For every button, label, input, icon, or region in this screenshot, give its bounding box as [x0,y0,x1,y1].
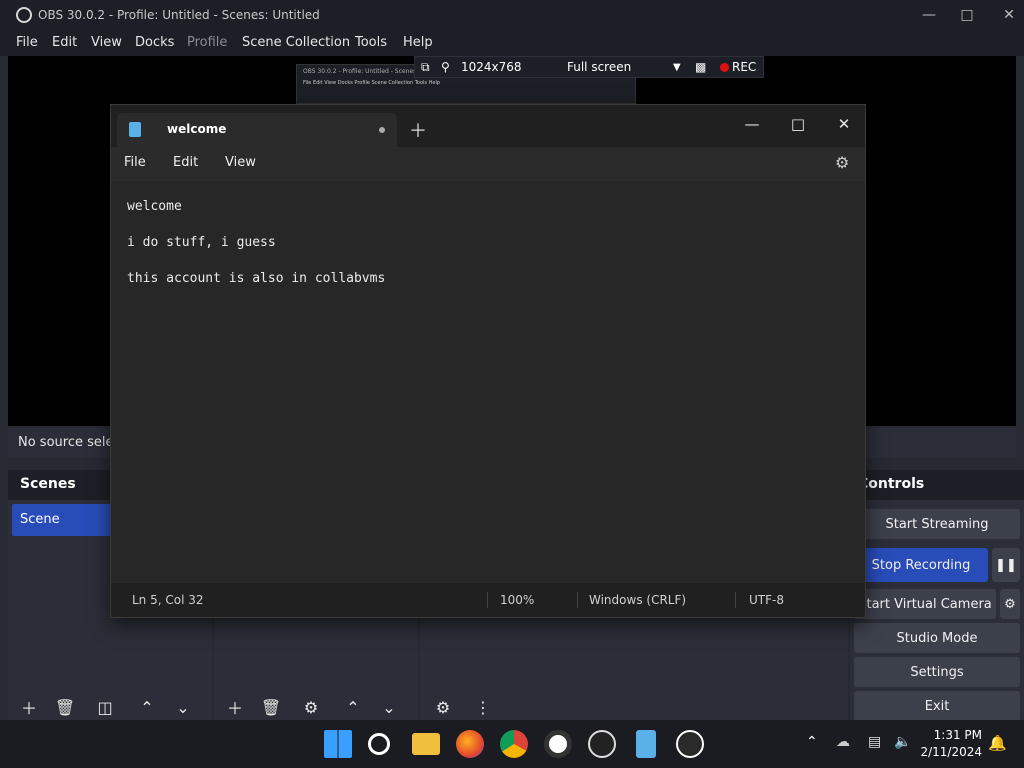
add-source-button[interactable]: ＋ [220,694,250,720]
text-line: i do stuff, i guess [127,235,276,250]
start-icon[interactable] [324,730,352,758]
obs-icon[interactable] [588,730,616,758]
notepad-close-button[interactable]: ✕ [821,111,867,137]
obs-logo-icon [16,7,32,23]
controls-panel: Controls Start Streaming Stop Recording … [850,470,1024,721]
firefox-icon[interactable] [456,730,484,758]
remove-scene-button[interactable]: 🗑 [50,694,80,720]
notepad-menu-view[interactable]: View [225,155,256,170]
chevron-up-icon[interactable]: ⌃ [806,734,818,750]
notepad-icon [129,122,141,137]
obs-menu-view[interactable]: View [91,35,122,50]
projector-zoom-icon[interactable]: ⚲ [441,60,450,74]
move-scene-down-button[interactable]: ⌄ [168,694,198,720]
controls-header: Controls [850,470,1024,500]
clock-date[interactable]: 2/11/2024 [916,745,982,759]
rec-dot-icon [720,63,729,72]
settings-button[interactable]: Settings [854,657,1020,687]
nested-menu: File Edit View Docks Profile Scene Colle… [303,80,441,86]
source-properties-gear-icon[interactable]: ⚙ [296,694,326,720]
remove-source-button[interactable]: 🗑 [256,694,286,720]
network-icon[interactable]: ▤ [868,734,881,750]
file-explorer-icon[interactable] [412,733,440,755]
obs-menu-profile[interactable]: Profile [187,35,227,50]
notepad-menu-file[interactable]: File [124,155,146,170]
studio-mode-button[interactable]: Studio Mode [854,623,1020,653]
obs-menu-file[interactable]: File [16,35,38,50]
start-virtual-camera-button[interactable]: Start Virtual Camera [854,589,996,619]
notepad-settings-gear-icon[interactable]: ⚙ [835,153,849,172]
controls-title: Controls [858,476,925,492]
obs-menu-help[interactable]: Help [403,35,433,50]
notification-bell-icon[interactable]: 🔔 [988,734,1007,752]
text-line: this account is also in collabvms [127,271,386,286]
notepad-window: welcome ＋ — □ ✕ File Edit View ⚙ welcome… [110,104,866,618]
move-source-up-button[interactable]: ⌃ [338,694,368,720]
obs-menu-scene-collection[interactable]: Scene Collection [242,35,350,50]
cursor-position: Ln 5, Col 32 [132,593,204,607]
stop-recording-button[interactable]: Stop Recording [854,548,988,582]
projector-window-icon[interactable]: ⧉ [421,60,430,75]
taskbar: ⌃ ☁ ▤ 🔈 1:31 PM 2/11/2024 🔔 [0,720,1024,768]
text-line: welcome [127,199,182,214]
rec-label: REC [732,60,757,74]
obs-maximize-button[interactable]: □ [944,4,990,26]
notepad-menu-edit[interactable]: Edit [173,155,198,170]
record-icon[interactable] [544,730,572,758]
virtual-camera-gear-icon[interactable]: ⚙ [1000,589,1020,619]
notepad-tabbar: welcome ＋ — □ ✕ [111,105,865,147]
notepad-tab-title: welcome [167,122,227,136]
notepad-text-area[interactable]: welcome i do stuff, i guess this account… [111,181,865,583]
move-scene-up-button[interactable]: ⌃ [132,694,162,720]
obs-close-button[interactable]: ✕ [986,4,1024,26]
projector-toolbar: ⧉ ⚲ 1024x768 Full screen ▼ ▩ REC [414,56,764,78]
chevron-down-icon[interactable]: ▼ [673,62,681,73]
obs-titlebar: OBS 30.0.2 - Profile: Untitled - Scenes:… [0,0,1024,30]
projector-resolution: 1024x768 [461,60,522,74]
media-player-icon[interactable] [676,730,704,758]
notepad-tab[interactable]: welcome [117,113,397,147]
chrome-icon[interactable] [500,730,528,758]
obs-menu-docks[interactable]: Docks [135,35,174,50]
obs-menu-tools[interactable]: Tools [355,35,387,50]
pause-recording-icon[interactable]: ❚❚ [992,548,1020,582]
exit-button[interactable]: Exit [854,691,1020,721]
cloud-icon[interactable]: ☁ [836,734,850,750]
projector-mode-select[interactable]: Full screen [567,60,631,74]
mixer-menu-icon[interactable]: ⋮ [468,694,498,720]
move-source-down-button[interactable]: ⌄ [374,694,404,720]
volume-icon[interactable]: 🔈 [894,734,911,750]
scene-item-label: Scene [20,512,60,527]
scenes-title: Scenes [20,476,76,492]
notepad-minimize-button[interactable]: — [729,111,775,137]
notepad-statusbar: Ln 5, Col 32 100% Windows (CRLF) UTF-8 [111,583,865,617]
unsaved-dot-icon[interactable] [379,127,385,133]
camera-icon[interactable]: ▩ [695,60,706,74]
scene-filter-button[interactable]: ◫ [90,694,120,720]
clock-time[interactable]: 1:31 PM [916,728,982,742]
advanced-audio-gear-icon[interactable]: ⚙ [428,694,458,720]
line-ending: Windows (CRLF) [589,593,687,607]
new-tab-plus-icon[interactable]: ＋ [409,117,427,143]
notepad-menubar: File Edit View ⚙ [111,147,865,181]
notepad-icon[interactable] [636,730,656,758]
notepad-maximize-button[interactable]: □ [775,111,821,137]
obs-menu-edit[interactable]: Edit [52,35,77,50]
obs-menubar: File Edit View Docks Profile Scene Colle… [0,30,1024,56]
start-streaming-button[interactable]: Start Streaming [854,509,1020,539]
zoom-level: 100% [500,593,535,607]
encoding: UTF-8 [749,593,784,607]
add-scene-button[interactable]: ＋ [14,694,44,720]
search-icon[interactable] [368,733,390,755]
obs-title: OBS 30.0.2 - Profile: Untitled - Scenes:… [38,8,320,22]
